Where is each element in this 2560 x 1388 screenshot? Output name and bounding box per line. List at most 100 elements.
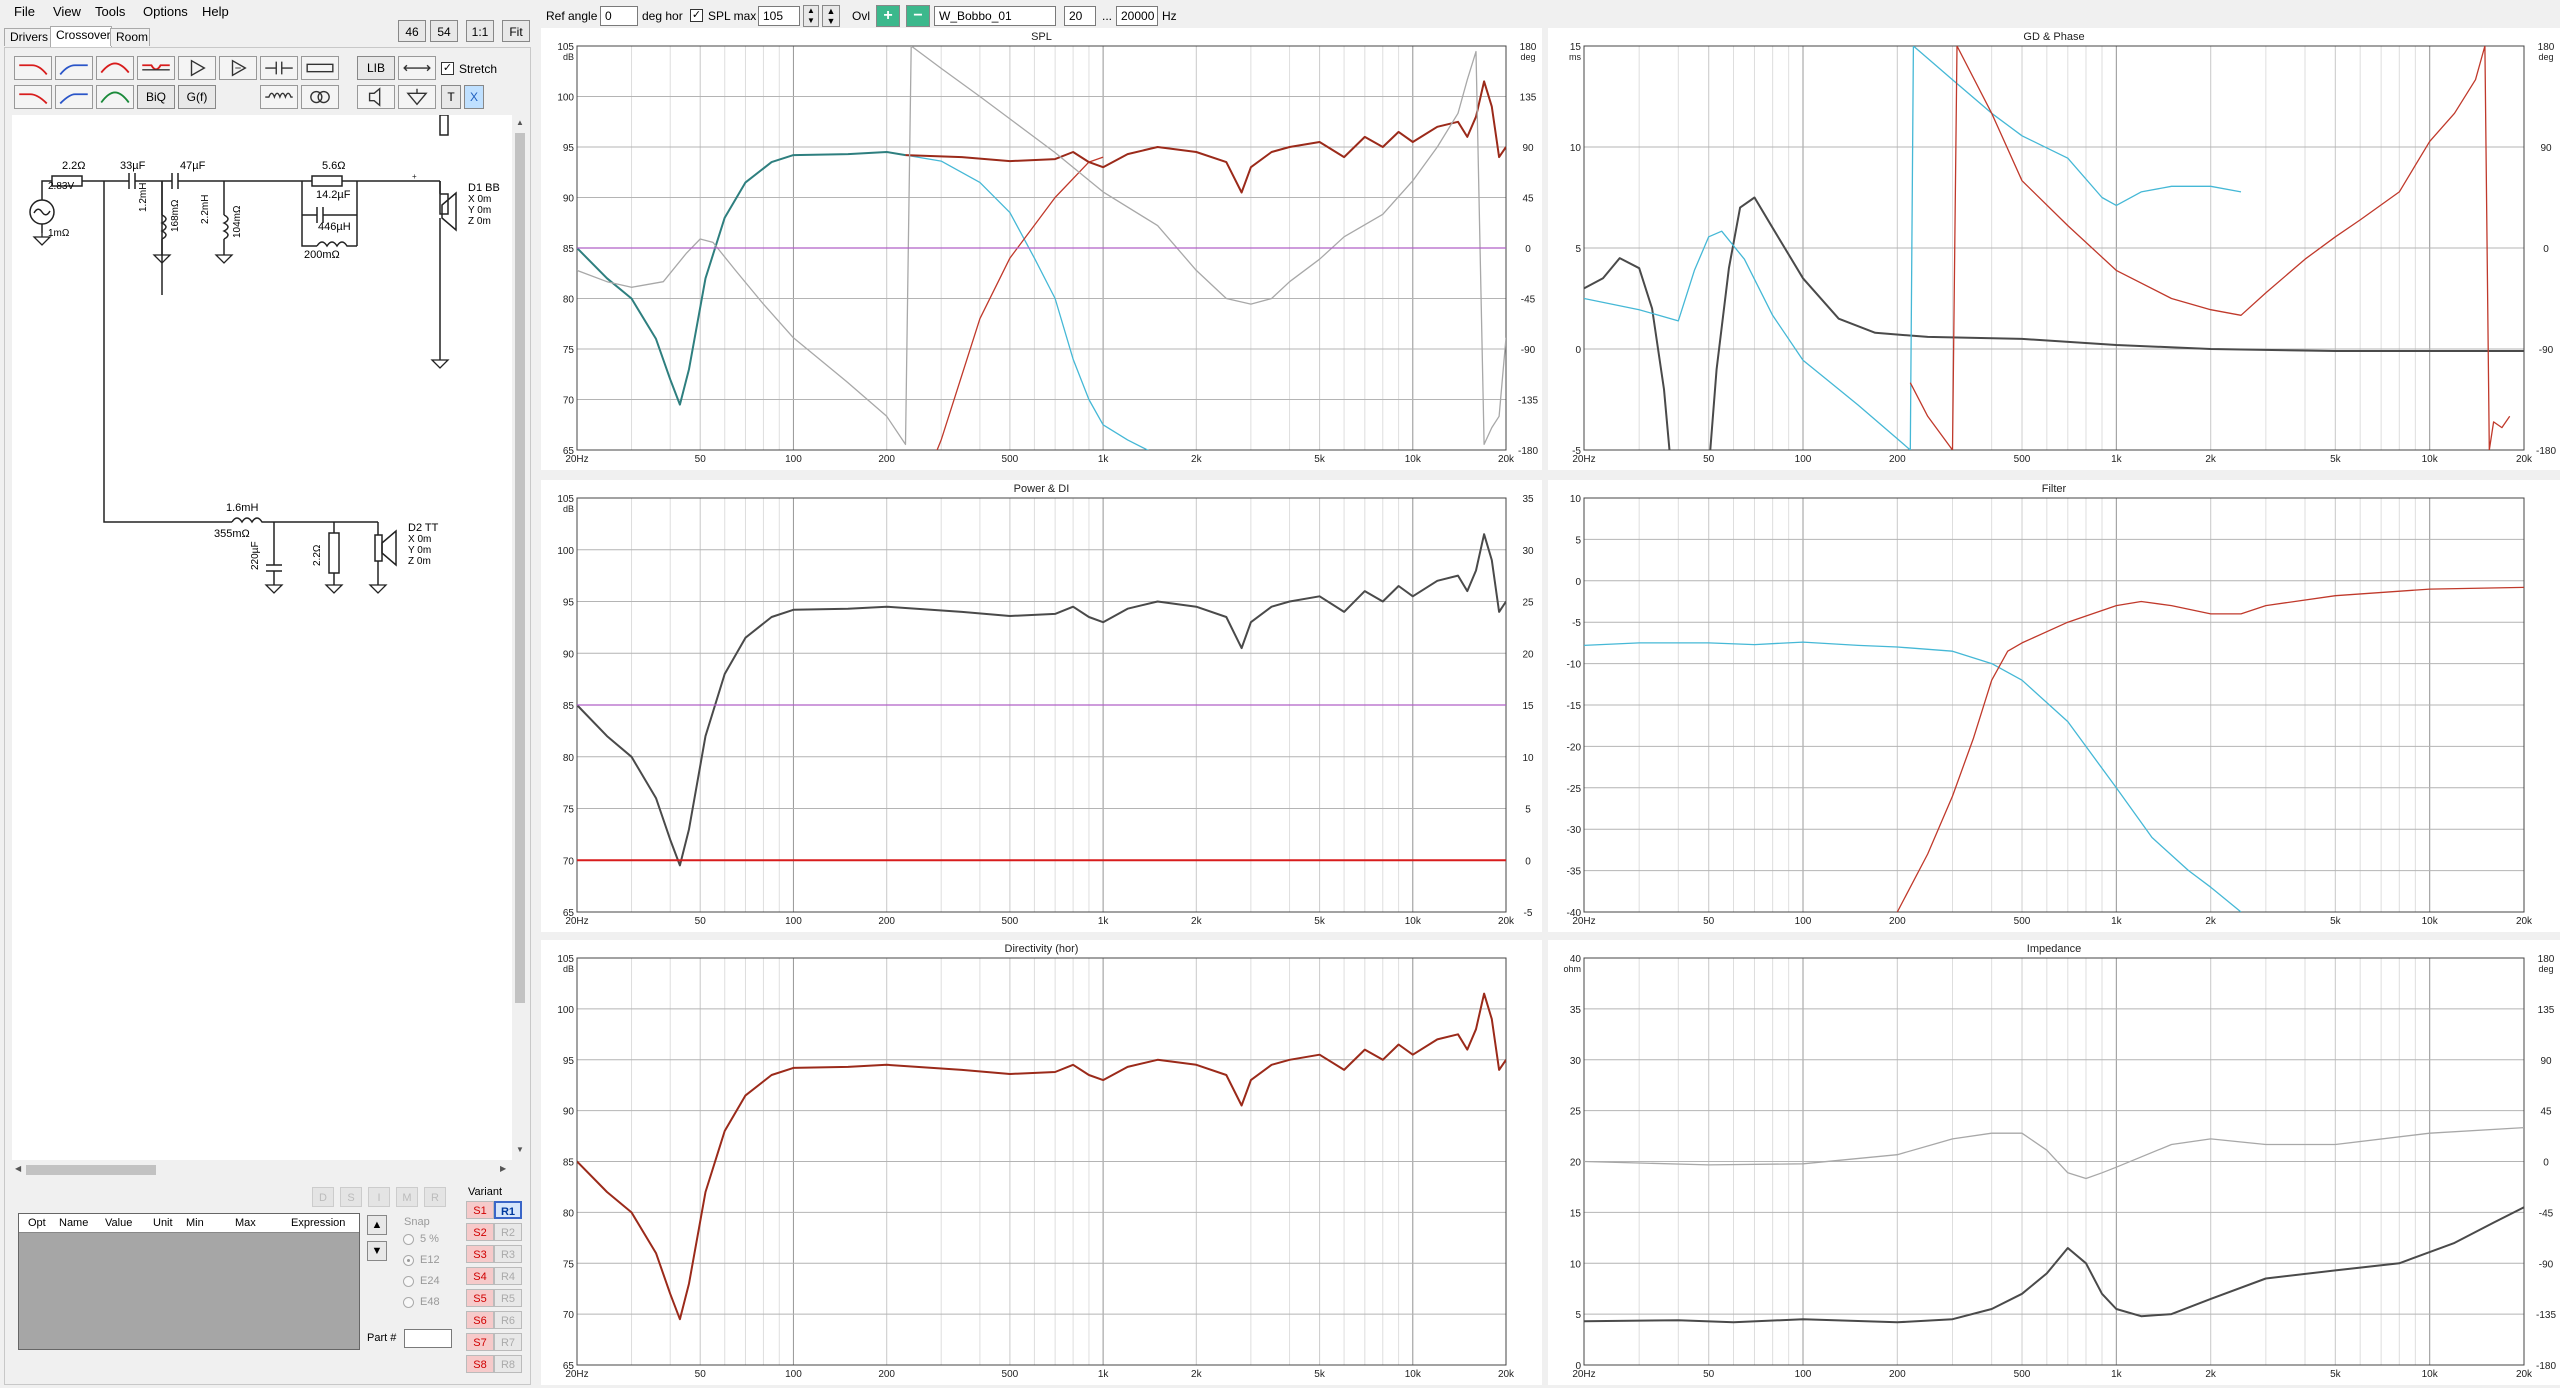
zoom-46-button[interactable]: 46 bbox=[398, 20, 426, 42]
transformer-tool[interactable] bbox=[301, 85, 339, 109]
spl-max-checkbox[interactable]: ✓ bbox=[690, 9, 703, 22]
add-overlay-button[interactable]: + bbox=[876, 5, 900, 27]
scroll-right-icon[interactable]: ▶ bbox=[500, 1164, 506, 1173]
x-tick-label: 500 bbox=[2014, 1369, 2031, 1380]
variant-s5-button[interactable]: S5 bbox=[466, 1289, 494, 1307]
variant-r4-button[interactable]: R4 bbox=[494, 1267, 522, 1285]
snap-e12-radio[interactable] bbox=[403, 1255, 414, 1266]
text-tool-button[interactable]: T bbox=[441, 85, 461, 109]
zoom-1to1-button[interactable]: 1:1 bbox=[466, 20, 494, 42]
gd-phase-graph-panel[interactable]: GD & Phase 20Hz 50 100 200 500 1k 2k 5k 10k 20k 15 1… bbox=[1548, 28, 2560, 470]
variant-r5-button[interactable]: R5 bbox=[494, 1289, 522, 1307]
remove-overlay-button[interactable]: − bbox=[906, 5, 930, 27]
resistor-tool[interactable] bbox=[301, 56, 339, 80]
spl-max-input[interactable]: 105 bbox=[758, 6, 800, 26]
power-di-graph-panel[interactable]: Power & DI 20Hz 50 100 200 500 1k 2k 5k 10k 20k 105… bbox=[541, 480, 1542, 932]
variant-r1-button[interactable]: R1 bbox=[494, 1201, 522, 1219]
x-tool-button[interactable]: X bbox=[464, 85, 484, 109]
library-button[interactable]: LIB bbox=[357, 56, 395, 80]
x-tick-label: 20k bbox=[2516, 916, 2533, 927]
variant-r3-button[interactable]: R3 bbox=[494, 1245, 522, 1263]
speaker-tool[interactable] bbox=[357, 85, 395, 109]
spl-graph-panel[interactable]: SPL 20Hz 50 100 200 500 1k 2k 5k 10k 20k 105 100 95 90… bbox=[541, 28, 1542, 470]
variant-r8-button[interactable]: R8 bbox=[494, 1355, 522, 1373]
tab-drivers[interactable]: Drivers bbox=[4, 28, 54, 46]
inductor-tool[interactable] bbox=[260, 85, 298, 109]
opt-s-button[interactable]: S bbox=[340, 1187, 362, 1207]
variant-s1-button[interactable]: S1 bbox=[466, 1201, 494, 1219]
filter-graph-panel[interactable]: Filter 20Hz 50 100 200 500 1k 2k 5k 10k 20k 10 5 0 -5-… bbox=[1548, 480, 2560, 932]
menu-tools[interactable]: Tools bbox=[95, 4, 125, 19]
lowpass-red-2-tool[interactable] bbox=[14, 85, 52, 109]
move-up-button[interactable]: ▲ bbox=[367, 1215, 387, 1235]
c4-label: 220µF bbox=[250, 541, 261, 570]
horizontal-scrollbar[interactable]: ◀ ▶ bbox=[12, 1163, 512, 1177]
part-number-input[interactable] bbox=[404, 1329, 452, 1348]
bandpass-red-tool[interactable] bbox=[96, 56, 134, 80]
biquad-button[interactable]: BiQ bbox=[137, 85, 175, 109]
y2-tick-label: -180 bbox=[2536, 446, 2556, 457]
wire-tool[interactable] bbox=[398, 56, 436, 80]
scroll-up-icon[interactable]: ▲ bbox=[516, 118, 524, 127]
highpass-blue-2-tool[interactable] bbox=[55, 85, 93, 109]
horizontal-scroll-thumb[interactable] bbox=[26, 1165, 156, 1175]
vertical-scroll-thumb[interactable] bbox=[515, 133, 525, 1003]
r2-label: 5.6Ω bbox=[322, 160, 346, 172]
variant-r6-button[interactable]: R6 bbox=[494, 1311, 522, 1329]
menu-file[interactable]: File bbox=[14, 4, 35, 19]
overlay-name-input[interactable]: W_Bobbo_01 bbox=[934, 6, 1056, 26]
opt-col-max: Max bbox=[235, 1217, 256, 1229]
zoom-fit-button[interactable]: Fit bbox=[502, 20, 530, 42]
snap-e24-radio[interactable] bbox=[403, 1276, 414, 1287]
freq-max-input[interactable]: 20000 bbox=[1116, 6, 1158, 26]
scroll-down-icon[interactable]: ▼ bbox=[516, 1145, 524, 1154]
x-tick-label: 10k bbox=[1405, 916, 1422, 927]
capacitor-tool[interactable] bbox=[260, 56, 298, 80]
y-tick-label: 100 bbox=[557, 546, 574, 557]
opt-i-button[interactable]: I bbox=[368, 1187, 390, 1207]
spl-step-icon[interactable]: ▲ ▼ bbox=[822, 5, 840, 27]
spl-spin-icon[interactable]: ▲ ▼ bbox=[803, 5, 819, 27]
x-tick-label: 1k bbox=[2111, 916, 2123, 927]
freq-min-input[interactable]: 20 bbox=[1064, 6, 1096, 26]
menu-view[interactable]: View bbox=[53, 4, 81, 19]
x-tick-label: 2k bbox=[1191, 916, 1203, 927]
variant-s4-button[interactable]: S4 bbox=[466, 1267, 494, 1285]
variant-s3-button[interactable]: S3 bbox=[466, 1245, 494, 1263]
tab-crossover[interactable]: Crossover bbox=[50, 26, 112, 47]
variant-r7-button[interactable]: R7 bbox=[494, 1333, 522, 1351]
bandpass-green-tool[interactable] bbox=[96, 85, 134, 109]
variant-s2-button[interactable]: S2 bbox=[466, 1223, 494, 1241]
scroll-left-icon[interactable]: ◀ bbox=[15, 1164, 21, 1173]
impedance-graph-panel[interactable]: Impedance 20Hz 50 100 200 500 1k 2k 5k 10k 20k 40 35… bbox=[1548, 940, 2560, 1385]
lowpass-red-tool[interactable] bbox=[14, 56, 52, 80]
opt-d-button[interactable]: D bbox=[312, 1187, 334, 1207]
variant-s8-button[interactable]: S8 bbox=[466, 1355, 494, 1373]
snap-5pct-radio[interactable] bbox=[403, 1234, 414, 1245]
menu-options[interactable]: Options bbox=[143, 4, 188, 19]
optimizer-table[interactable]: Opt Name Value Unit Min Max Expression bbox=[18, 1213, 360, 1350]
notch-tool[interactable] bbox=[137, 56, 175, 80]
ground-tool[interactable] bbox=[398, 85, 436, 109]
zoom-54-button[interactable]: 54 bbox=[430, 20, 458, 42]
variant-s6-button[interactable]: S6 bbox=[466, 1311, 494, 1329]
opt-m-button[interactable]: M bbox=[396, 1187, 418, 1207]
snap-e48-radio[interactable] bbox=[403, 1297, 414, 1308]
opt-r-button[interactable]: R bbox=[424, 1187, 446, 1207]
x-tick-label: 2k bbox=[1191, 1369, 1203, 1380]
variant-r2-button[interactable]: R2 bbox=[494, 1223, 522, 1241]
highpass-blue-tool[interactable] bbox=[55, 56, 93, 80]
vertical-scrollbar[interactable]: ▲ ▼ bbox=[513, 115, 527, 1160]
buffer-tool[interactable] bbox=[219, 56, 257, 80]
directivity-graph-panel[interactable]: Directivity (hor) 20Hz 50 100 200 500 1k 2k 5k 10… bbox=[541, 940, 1542, 1385]
gf-button[interactable]: G(f) bbox=[178, 85, 216, 109]
gd-phase-chart: GD & Phase20Hz 50 100 200 500 1k 2k 5k 10k 20k151… bbox=[1569, 31, 2556, 465]
variant-s7-button[interactable]: S7 bbox=[466, 1333, 494, 1351]
amplifier-tool[interactable] bbox=[178, 56, 216, 80]
tab-room[interactable]: Room bbox=[110, 28, 150, 46]
move-down-button[interactable]: ▼ bbox=[367, 1241, 387, 1261]
menu-help[interactable]: Help bbox=[202, 4, 229, 19]
stretch-checkbox[interactable]: ✓ bbox=[441, 62, 454, 75]
ref-angle-input[interactable]: 0 bbox=[600, 6, 638, 26]
y-unit-label: dB bbox=[563, 964, 574, 974]
